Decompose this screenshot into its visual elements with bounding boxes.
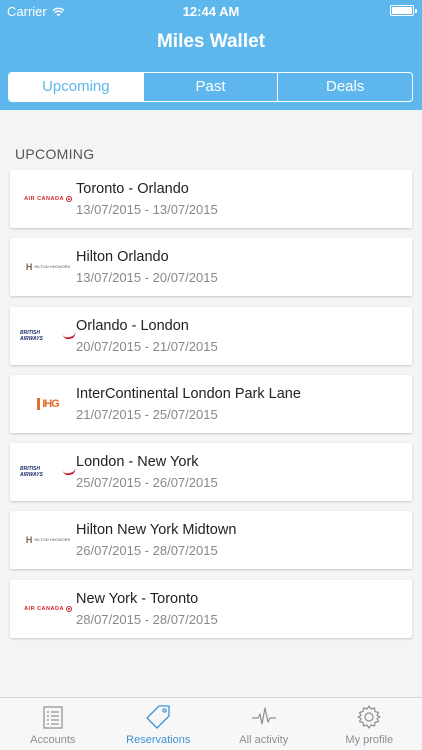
reservation-title: Hilton Orlando	[76, 249, 169, 266]
british-airways-logo: BRITISH AIRWAYS	[20, 321, 77, 351]
reservation-dates: 13/07/2015 - 20/07/2015	[76, 270, 218, 286]
logo-text: HILTON HHONORS	[34, 537, 71, 543]
reservation-dates: 21/07/2015 - 25/07/2015	[76, 406, 218, 422]
status-bar: Carrier 12:44 AM	[0, 0, 422, 22]
maple-leaf-icon	[65, 605, 72, 612]
hilton-mark-icon: H	[25, 535, 33, 546]
tag-icon	[146, 705, 170, 729]
logo-text: BRITISH AIRWAYS	[20, 329, 43, 342]
reservations-list: AIR CANADA Toronto - Orlando 13/07/2015 …	[10, 170, 412, 648]
reservation-title: InterContinental London Park Lane	[76, 385, 301, 402]
gear-icon	[357, 705, 381, 729]
clock: 12:44 AM	[182, 4, 240, 19]
reservation-title: Toronto - Orlando	[76, 181, 189, 197]
list-icon	[43, 706, 63, 729]
segment-past[interactable]: Past	[142, 73, 278, 101]
reservation-title: London - New York	[76, 454, 199, 471]
battery-icon	[390, 5, 417, 16]
speedmarque-icon	[62, 331, 77, 340]
reservation-dates: 28/07/2015 - 28/07/2015	[76, 611, 218, 627]
logo-text: HILTON HHONORS	[34, 264, 71, 270]
ihg-logo: IHG	[20, 389, 76, 419]
hilton-hhonors-logo: H HILTON HHONORS	[20, 525, 76, 555]
tab-my-profile[interactable]: My profile	[317, 698, 422, 750]
tab-label: Accounts	[30, 734, 76, 746]
tab-accounts[interactable]: Accounts	[0, 698, 106, 750]
tab-all-activity[interactable]: All activity	[211, 698, 317, 750]
tab-bar: Accounts Reservations All activity My pr…	[0, 697, 422, 750]
logo-text: AIR CANADA	[24, 605, 64, 612]
tab-label: Reservations	[126, 734, 191, 746]
air-canada-logo: AIR CANADA	[20, 594, 76, 624]
reservation-card[interactable]: H HILTON HHONORS Hilton New York Midtown…	[10, 511, 412, 570]
hilton-mark-icon: H	[25, 262, 33, 273]
reservation-card[interactable]: AIR CANADA New York - Toronto 28/07/2015…	[10, 579, 412, 638]
reservation-title: Orlando - London	[76, 317, 189, 334]
tab-label: My profile	[345, 734, 394, 746]
segment-deals[interactable]: Deals	[277, 73, 412, 101]
reservation-card[interactable]: H HILTON HHONORS Hilton Orlando 13/07/20…	[10, 238, 412, 297]
hilton-hhonors-logo: H HILTON HHONORS	[20, 252, 76, 282]
reservation-dates: 20/07/2015 - 21/07/2015	[76, 338, 218, 354]
tab-reservations[interactable]: Reservations	[106, 698, 212, 750]
maple-leaf-icon	[65, 196, 72, 202]
page-title: Miles Wallet	[156, 31, 266, 52]
activity-icon	[251, 707, 276, 725]
reservation-dates: 13/07/2015 - 13/07/2015	[76, 202, 218, 217]
header-bar: Carrier 12:44 AM Miles Wallet Upcoming P…	[0, 0, 422, 110]
reservation-card[interactable]: AIR CANADA Toronto - Orlando 13/07/2015 …	[10, 170, 412, 228]
reservation-card[interactable]: IHG InterContinental London Park Lane 21…	[10, 374, 412, 433]
british-airways-logo: BRITISH AIRWAYS	[20, 457, 77, 487]
reservation-dates: 26/07/2015 - 28/07/2015	[76, 543, 218, 559]
logo-text: BRITISH AIRWAYS	[20, 466, 43, 479]
logo-text: AIR CANADA	[24, 196, 64, 202]
reservation-dates: 25/07/2015 - 26/07/2015	[76, 475, 218, 491]
tab-label: All activity	[239, 734, 289, 746]
section-header: UPCOMING	[15, 146, 95, 162]
air-canada-logo: AIR CANADA	[20, 184, 76, 214]
reservation-title: New York - Toronto	[76, 590, 199, 607]
logo-text: IHG	[37, 397, 60, 410]
reservation-card[interactable]: BRITISH AIRWAYS London - New York 25/07/…	[10, 443, 412, 502]
speedmarque-icon	[62, 467, 77, 477]
reservation-title: Hilton New York Midtown	[76, 522, 237, 539]
segment-upcoming[interactable]: Upcoming	[9, 73, 143, 101]
segmented-control: Upcoming Past Deals	[8, 72, 413, 102]
reservation-card[interactable]: BRITISH AIRWAYS Orlando - London 20/07/2…	[10, 306, 412, 365]
